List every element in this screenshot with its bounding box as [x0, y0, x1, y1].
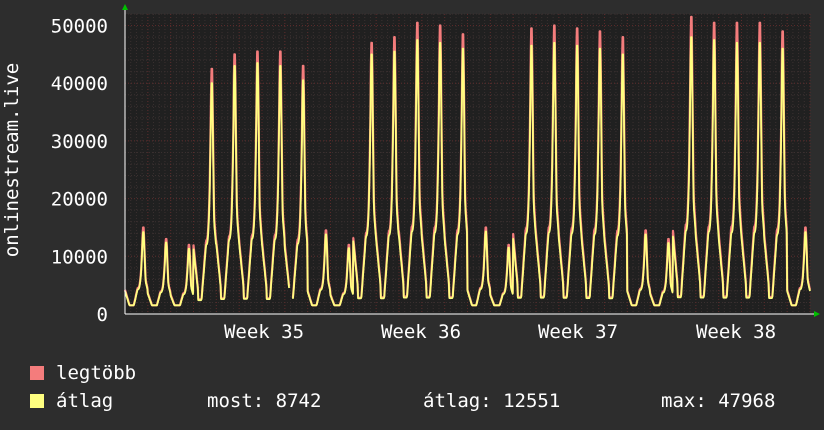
y-tick-label: 30000	[51, 131, 108, 153]
y-axis-title: onlinestream.live	[0, 0, 24, 320]
legend-label-atlag: átlag	[56, 390, 114, 412]
y-tick-label: 20000	[51, 189, 108, 211]
y-axis-title-text: onlinestream.live	[1, 62, 23, 258]
y-tick-label: 40000	[51, 73, 108, 95]
legend-item-atlag: átlag	[30, 390, 113, 412]
legend-swatch-atlag	[30, 394, 44, 408]
stat-max: max: 47968	[661, 390, 776, 412]
x-tick-label: Week 36	[381, 321, 461, 343]
legend-item-legtobb: legtöbb	[30, 362, 136, 384]
stat-atlag: átlag: 12551	[423, 390, 561, 412]
x-tick-label: Week 37	[538, 321, 618, 343]
y-tick-label: 10000	[51, 246, 108, 268]
y-axis-arrow-icon	[122, 4, 128, 10]
x-axis-arrow-icon	[814, 311, 820, 317]
stat-most: most: 8742	[207, 390, 322, 412]
legend-label-legtobb: legtöbb	[56, 362, 137, 384]
chart-panel: 0 10000 20000 30000 40000 50000 Week 35 Week 36…	[0, 0, 824, 430]
legend-swatch-legtobb	[30, 366, 44, 380]
x-tick-label: Week 38	[696, 321, 776, 343]
x-tick-label: Week 35	[224, 321, 304, 343]
y-tick-label: 50000	[51, 16, 108, 38]
y-tick-label: 0	[97, 304, 108, 326]
